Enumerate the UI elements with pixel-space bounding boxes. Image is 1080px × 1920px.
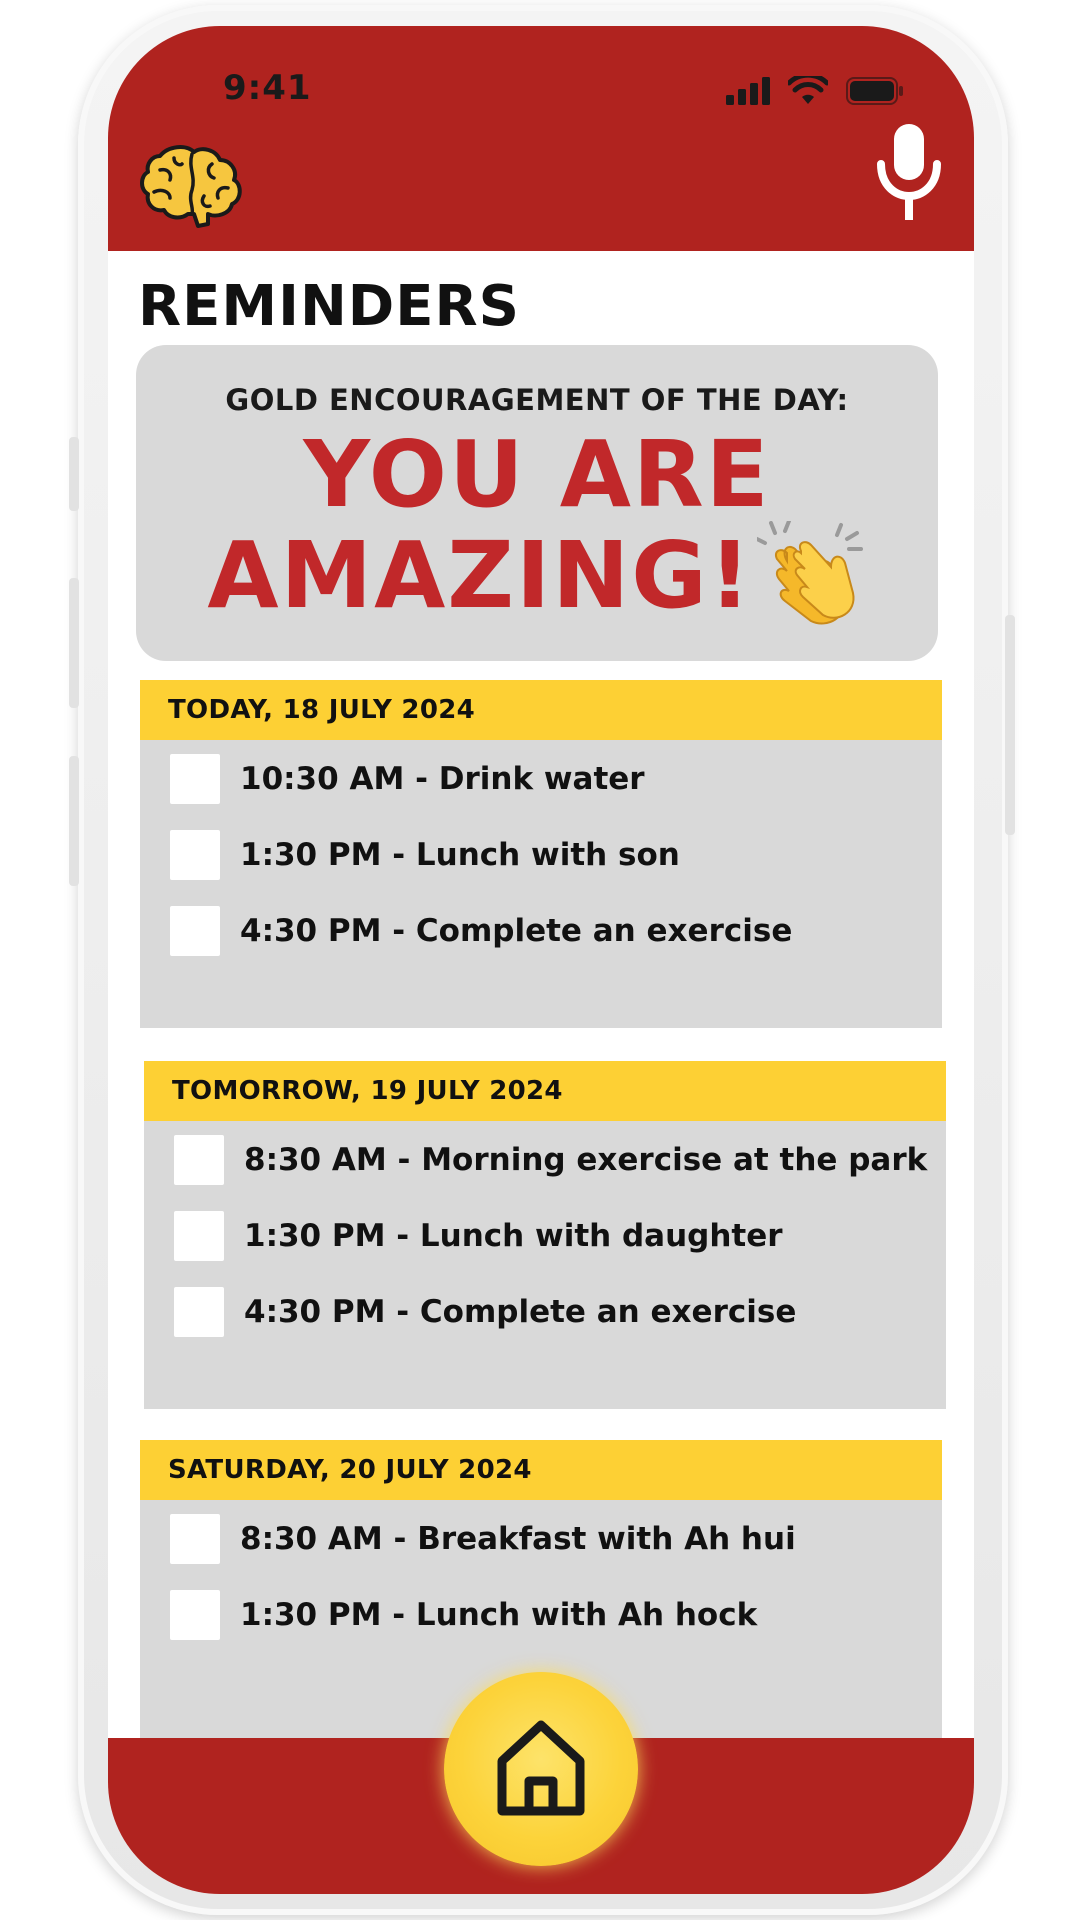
day-header: TOMORROW, 19 JULY 2024: [144, 1061, 946, 1121]
clapping-hands-icon: [756, 521, 863, 625]
task-checkbox[interactable]: [174, 1287, 224, 1337]
task-text: 1:30 PM - Lunch with son: [240, 837, 680, 873]
task-item[interactable]: 10:30 AM - Drink water: [170, 754, 645, 804]
app-screen: 9:41 REMINDERS GOLD ENCOURAGEMENT OF THE…: [108, 26, 974, 1894]
task-item[interactable]: 1:30 PM - Lunch with daughter: [174, 1211, 783, 1261]
task-checkbox[interactable]: [170, 1514, 220, 1564]
day-header: SATURDAY, 20 JULY 2024: [140, 1440, 942, 1500]
task-checkbox[interactable]: [170, 830, 220, 880]
wifi-icon: [788, 76, 828, 104]
volume-down-button: [69, 756, 79, 886]
cellular-signal-icon: [726, 77, 770, 105]
task-item[interactable]: 8:30 AM - Morning exercise at the park: [174, 1135, 927, 1185]
task-text: 8:30 AM - Morning exercise at the park: [244, 1142, 928, 1178]
page-title: REMINDERS: [138, 274, 520, 339]
status-time: 9:41: [223, 68, 312, 108]
brain-icon: [140, 145, 242, 228]
task-item[interactable]: 4:30 PM - Complete an exercise: [174, 1287, 796, 1337]
encouragement-label: GOLD ENCOURAGEMENT OF THE DAY:: [225, 383, 849, 417]
task-checkbox[interactable]: [170, 1590, 220, 1640]
day-header: TODAY, 18 JULY 2024: [140, 680, 942, 740]
task-text: 1:30 PM - Lunch with Ah hock: [240, 1597, 758, 1633]
task-text: 8:30 AM - Breakfast with Ah hui: [240, 1521, 796, 1557]
task-item[interactable]: 1:30 PM - Lunch with son: [170, 830, 680, 880]
task-text: 4:30 PM - Complete an exercise: [244, 1294, 797, 1330]
encouragement-line-2: AMAZING!: [207, 522, 753, 629]
task-item[interactable]: 8:30 AM - Breakfast with Ah hui: [170, 1514, 796, 1564]
encouragement-card: GOLD ENCOURAGEMENT OF THE DAY: YOU ARE A…: [136, 345, 938, 661]
task-item[interactable]: 4:30 PM - Complete an exercise: [170, 906, 792, 956]
task-text: 10:30 AM - Drink water: [240, 761, 645, 797]
task-checkbox[interactable]: [170, 906, 220, 956]
home-button[interactable]: [444, 1672, 638, 1866]
encouragement-line-1: YOU ARE: [303, 421, 771, 528]
microphone-button[interactable]: [876, 124, 942, 220]
day-card-today: TODAY, 18 JULY 2024 10:30 AM - Drink wat…: [140, 680, 942, 1028]
day-card-tomorrow: TOMORROW, 19 JULY 2024 8:30 AM - Morning…: [144, 1061, 946, 1409]
power-button: [1005, 615, 1015, 835]
task-checkbox[interactable]: [174, 1211, 224, 1261]
encouragement-message: YOU ARE AMAZING!: [136, 429, 938, 631]
task-text: 4:30 PM - Complete an exercise: [240, 913, 793, 949]
task-checkbox[interactable]: [174, 1135, 224, 1185]
task-text: 1:30 PM - Lunch with daughter: [244, 1218, 783, 1254]
status-icons: [726, 76, 904, 106]
app-header: 9:41: [108, 26, 974, 251]
mute-switch: [69, 437, 79, 511]
task-checkbox[interactable]: [170, 754, 220, 804]
home-icon: [497, 1720, 585, 1816]
task-item[interactable]: 1:30 PM - Lunch with Ah hock: [170, 1590, 757, 1640]
volume-up-button: [69, 578, 79, 708]
battery-icon: [846, 77, 903, 105]
